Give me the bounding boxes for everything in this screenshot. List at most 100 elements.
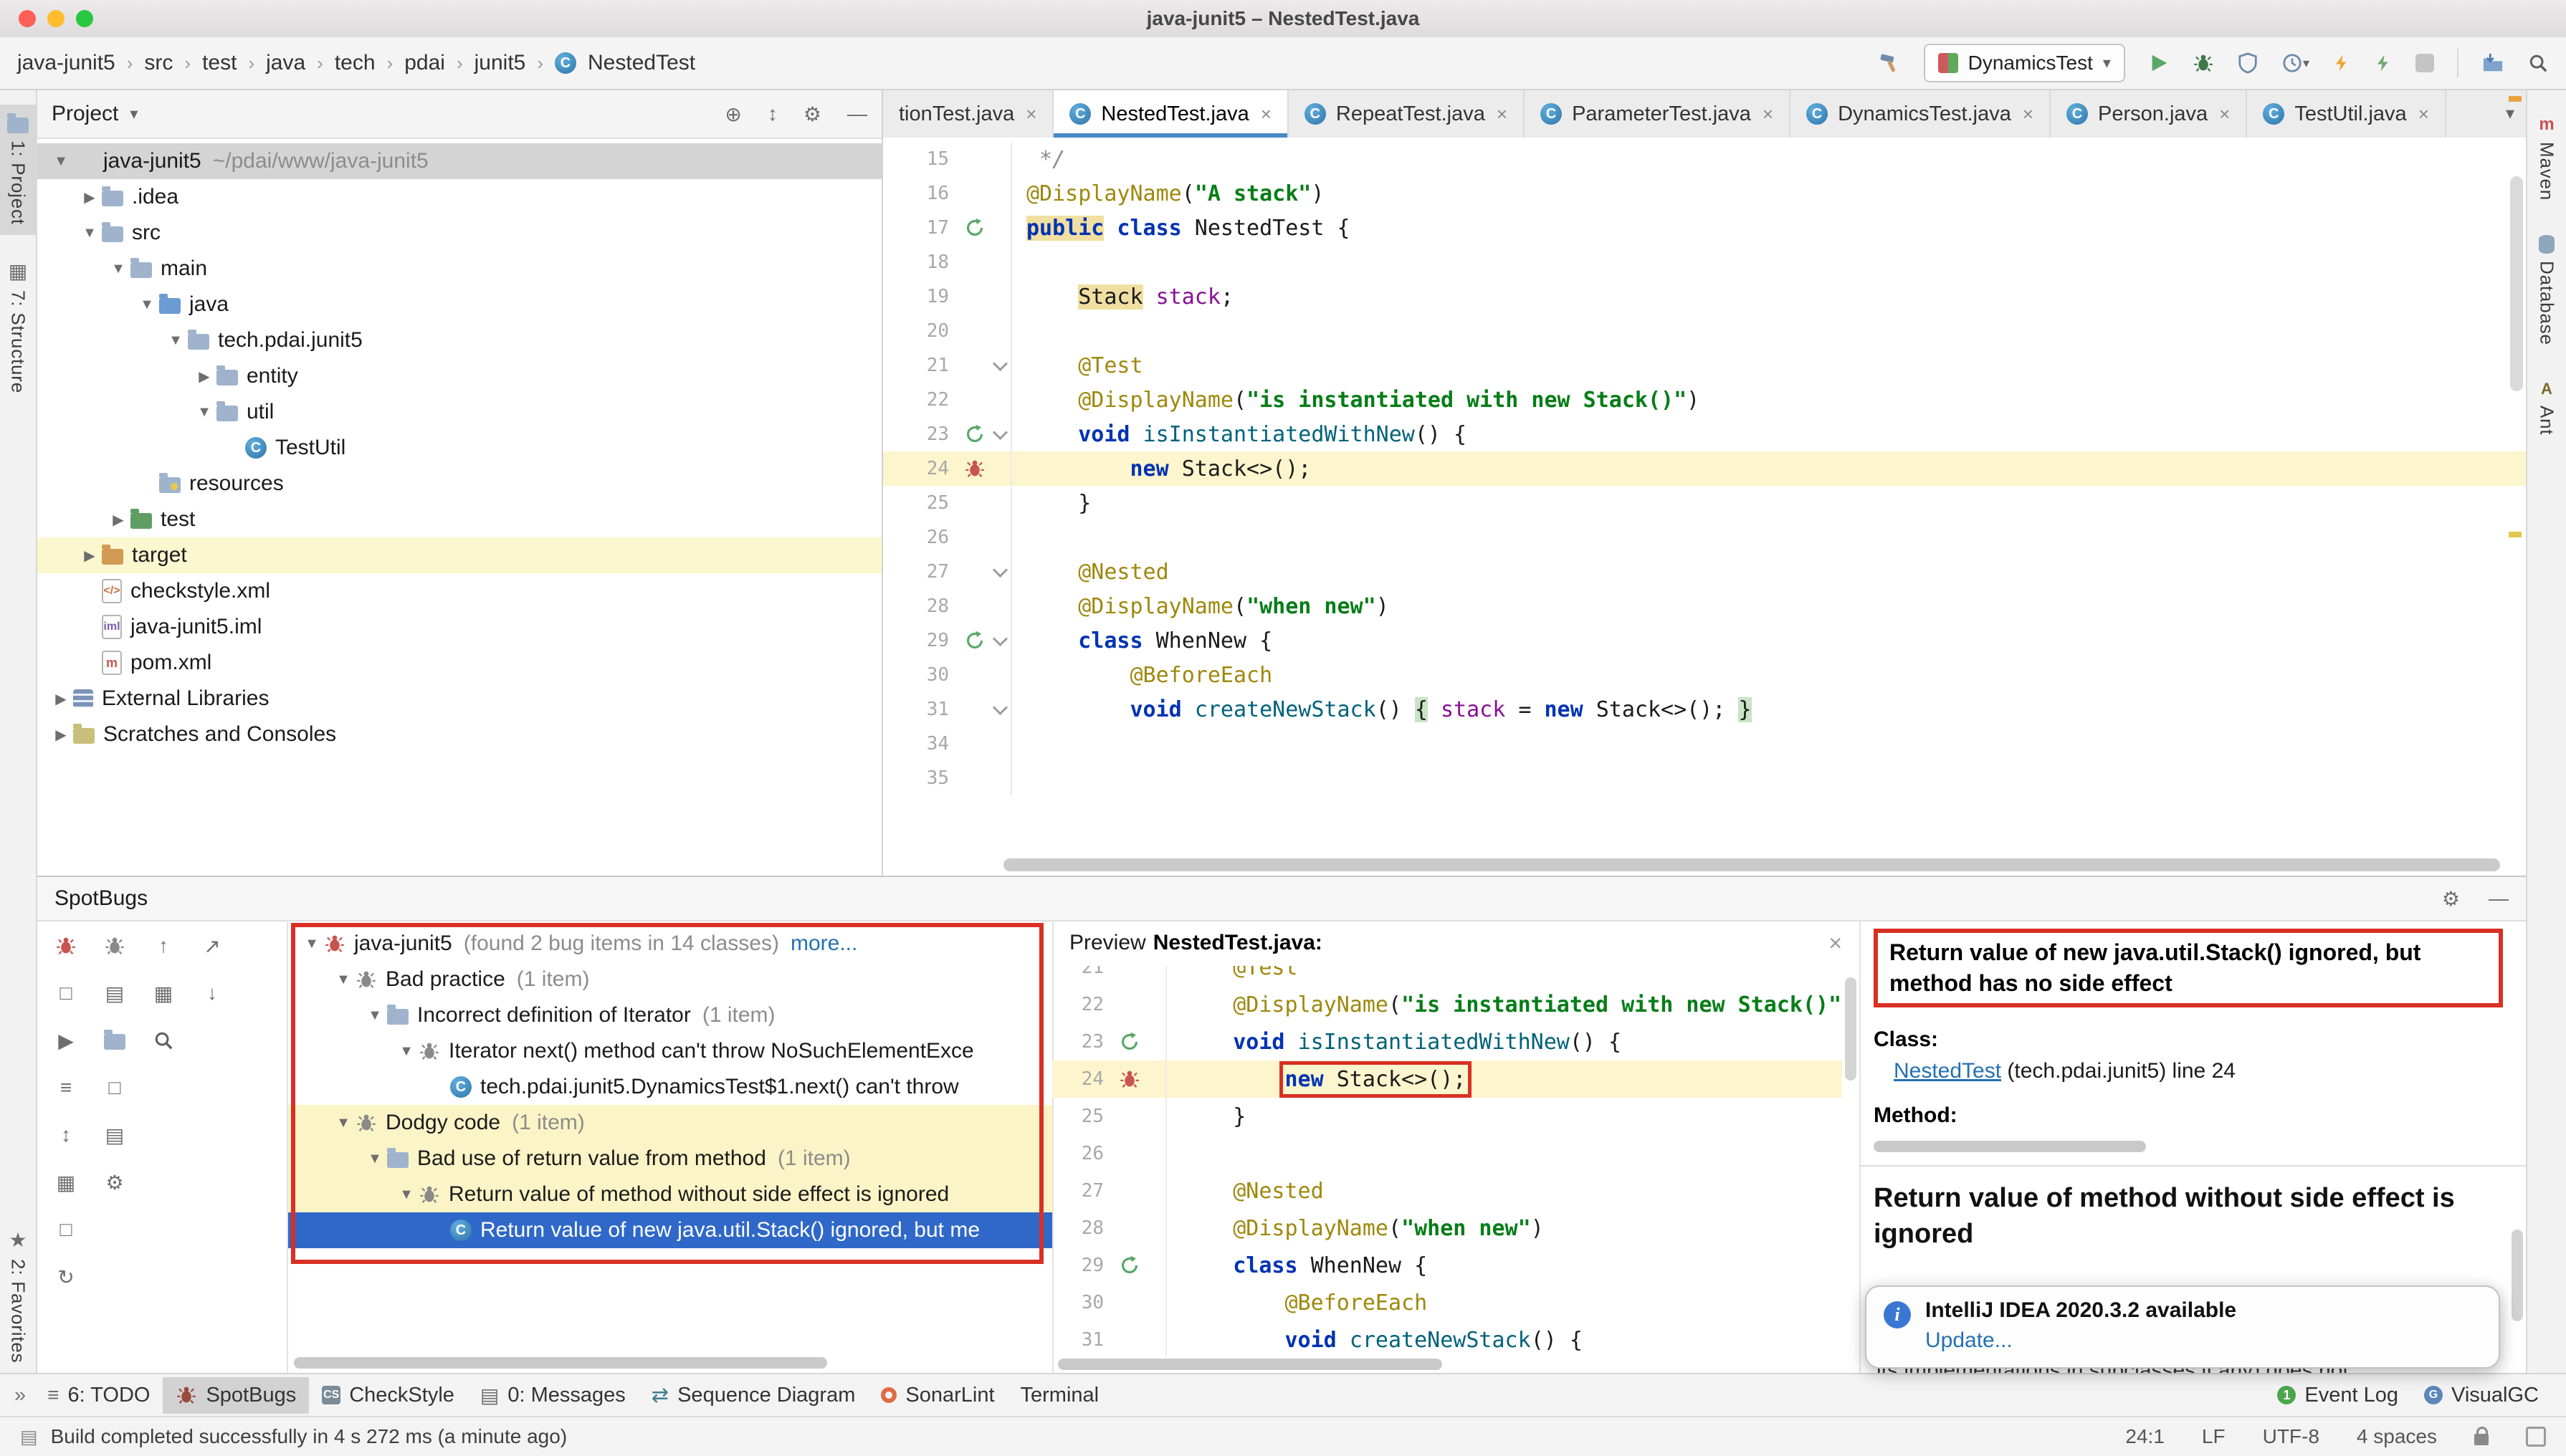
details-horizontal-scrollbar[interactable]: [1874, 1141, 2146, 1152]
hide-icon[interactable]: —: [847, 102, 867, 126]
chevron-right-icon[interactable]: ▶: [77, 188, 102, 206]
fold-chevron-icon[interactable]: [992, 424, 1007, 439]
tree-item[interactable]: mpom.xml: [37, 645, 882, 681]
tree-horizontal-scrollbar[interactable]: [294, 1357, 827, 1369]
preview-code[interactable]: 21 @Test22 @DisplayName("is instantiated…: [1052, 966, 1842, 1356]
stripe-button-7-structure[interactable]: ▦7: Structure: [0, 249, 36, 403]
details-vertical-scrollbar[interactable]: [2512, 1230, 2523, 1321]
fold-chevron-icon[interactable]: [992, 355, 1007, 370]
toolbar-button[interactable]: ▦: [52, 1168, 80, 1197]
breadcrumb-item[interactable]: java-junit5: [17, 51, 115, 75]
stripe-button-2-favorites[interactable]: ★2: Favorites: [0, 1218, 36, 1373]
breadcrumb-item[interactable]: java: [266, 51, 305, 75]
tree-item[interactable]: ▼java-junit5(found 2 bug items in 14 cla…: [288, 926, 1052, 962]
hotswap-bolt-icon[interactable]: [2374, 52, 2393, 74]
chevron-down-icon[interactable]: ▼: [135, 297, 159, 313]
run-configuration-select[interactable]: DynamicsTest▾: [1924, 44, 2125, 82]
chevron-down-icon[interactable]: ▼: [363, 1007, 387, 1024]
tree-item[interactable]: ▼java: [37, 287, 882, 322]
tool-window-button-sequence-diagram[interactable]: ⇄Sequence Diagram: [639, 1377, 869, 1414]
editor-tab-person-java[interactable]: CPerson.java×: [2051, 90, 2247, 138]
close-tab-icon[interactable]: ×: [1026, 103, 1036, 125]
fold-chevron-icon[interactable]: [992, 562, 1007, 577]
maximize-window-button[interactable]: [76, 10, 93, 27]
bug-gutter-icon[interactable]: [960, 458, 989, 479]
tool-window-button-checkstyle[interactable]: CSCheckStyle: [309, 1377, 467, 1414]
toolbar-button[interactable]: ▶: [52, 1026, 80, 1055]
breadcrumb-item[interactable]: tech: [335, 51, 376, 75]
collapse-icon[interactable]: ↕: [768, 102, 778, 126]
tree-item[interactable]: CReturn value of new java.util.Stack() i…: [288, 1212, 1052, 1248]
tree-item[interactable]: ▼Bad practice(1 item): [288, 962, 1052, 997]
toolbar-button[interactable]: [100, 931, 129, 960]
close-tab-icon[interactable]: ×: [2219, 103, 2230, 125]
lock-icon[interactable]: [2474, 1434, 2489, 1445]
close-tab-icon[interactable]: ×: [1763, 103, 1773, 125]
rerun-bolt-icon[interactable]: [2332, 52, 2351, 74]
chevron-down-icon[interactable]: ▼: [77, 225, 102, 241]
tree-item[interactable]: resources: [37, 466, 882, 502]
chevron-down-icon[interactable]: ▼: [106, 261, 130, 277]
tool-window-button-sonarlint[interactable]: SonarLint: [868, 1377, 1007, 1414]
chevron-down-icon[interactable]: ▼: [49, 153, 73, 170]
tree-item[interactable]: ▶target: [37, 537, 882, 573]
chevron-down-icon[interactable]: ▾: [130, 105, 138, 123]
tree-item[interactable]: imljava-junit5.iml: [37, 609, 882, 645]
tree-item[interactable]: ▼java-junit5~/pdai/www/java-junit5: [37, 143, 882, 179]
tree-item[interactable]: ▼Incorrect definition of Iterator(1 item…: [288, 997, 1052, 1033]
breadcrumb-item[interactable]: src: [144, 51, 173, 75]
status-widget[interactable]: LF: [2202, 1425, 2226, 1448]
status-widget[interactable]: 4 spaces: [2357, 1425, 2437, 1448]
editor-vertical-scrollbar[interactable]: [2510, 176, 2523, 391]
run-button[interactable]: [2148, 52, 2170, 74]
chevron-down-icon[interactable]: ▼: [394, 1043, 419, 1060]
chevron-right-icon[interactable]: ▶: [49, 690, 73, 708]
tree-item[interactable]: Ctech.pdai.junit5.DynamicsTest$1.next() …: [288, 1069, 1052, 1105]
close-tab-icon[interactable]: ×: [2418, 103, 2429, 125]
close-tab-icon[interactable]: ×: [1261, 103, 1272, 125]
toolbar-button[interactable]: ▤: [100, 979, 129, 1007]
editor-tab-repeattest-java[interactable]: CRepeatTest.java×: [1289, 90, 1525, 138]
toolbar-button[interactable]: [52, 931, 80, 960]
tree-item[interactable]: ▶External Libraries: [37, 681, 882, 717]
hide-icon[interactable]: —: [2489, 887, 2509, 911]
profiler-icon[interactable]: ▾: [2281, 52, 2309, 74]
tree-item[interactable]: ▼src: [37, 215, 882, 251]
tree-item[interactable]: ▶.idea: [37, 179, 882, 215]
attach-icon[interactable]: [2481, 52, 2504, 74]
chevron-down-icon[interactable]: ▼: [163, 332, 188, 349]
tool-window-button-spotbugs[interactable]: SpotBugs: [163, 1377, 309, 1414]
toolbar-button[interactable]: ↓: [198, 979, 226, 1007]
tree-item[interactable]: ▶test: [37, 502, 882, 537]
tree-item[interactable]: </>checkstyle.xml: [37, 573, 882, 609]
run-test-gutter-icon[interactable]: [960, 218, 989, 238]
chevron-right-icon[interactable]: ▶: [49, 726, 73, 744]
editor-horizontal-scrollbar[interactable]: [1003, 858, 2500, 871]
settings-icon[interactable]: ⚙: [803, 102, 821, 126]
tree-item[interactable]: ▼util: [37, 394, 882, 430]
status-widget[interactable]: UTF-8: [2263, 1425, 2319, 1448]
stripe-button-ant[interactable]: AAnt: [2527, 370, 2566, 445]
more-tool-windows-icon[interactable]: »: [14, 1384, 26, 1407]
toolbar-button[interactable]: ↗: [198, 931, 226, 960]
chevron-right-icon[interactable]: ▶: [192, 368, 216, 385]
close-tab-icon[interactable]: ×: [2023, 103, 2033, 125]
run-test-gutter-icon[interactable]: [960, 631, 989, 651]
run-test-gutter-icon[interactable]: [1115, 1255, 1144, 1275]
close-tab-icon[interactable]: ×: [1497, 103, 1507, 125]
toolbar-button[interactable]: [149, 1026, 178, 1055]
minimize-window-button[interactable]: [47, 10, 65, 27]
run-test-gutter-icon[interactable]: [960, 424, 989, 444]
debug-button[interactable]: [2193, 52, 2214, 74]
tab-list-chevron-icon[interactable]: ▾: [2506, 103, 2514, 124]
fold-chevron-icon[interactable]: [992, 631, 1007, 646]
fold-chevron-icon[interactable]: [992, 699, 1007, 714]
tree-item[interactable]: ▼Dodgy code(1 item): [288, 1105, 1052, 1141]
editor-tab-tiontest-java[interactable]: tionTest.java×: [883, 90, 1054, 138]
update-link[interactable]: Update...: [1925, 1328, 2236, 1353]
breadcrumb-item[interactable]: NestedTest: [588, 51, 695, 75]
tree-item[interactable]: ▼Return value of method without side eff…: [288, 1177, 1052, 1212]
toolbar-button[interactable]: [100, 1026, 129, 1055]
tree-item[interactable]: ▶Scratches and Consoles: [37, 717, 882, 752]
status-widget[interactable]: 24:1: [2125, 1425, 2165, 1448]
